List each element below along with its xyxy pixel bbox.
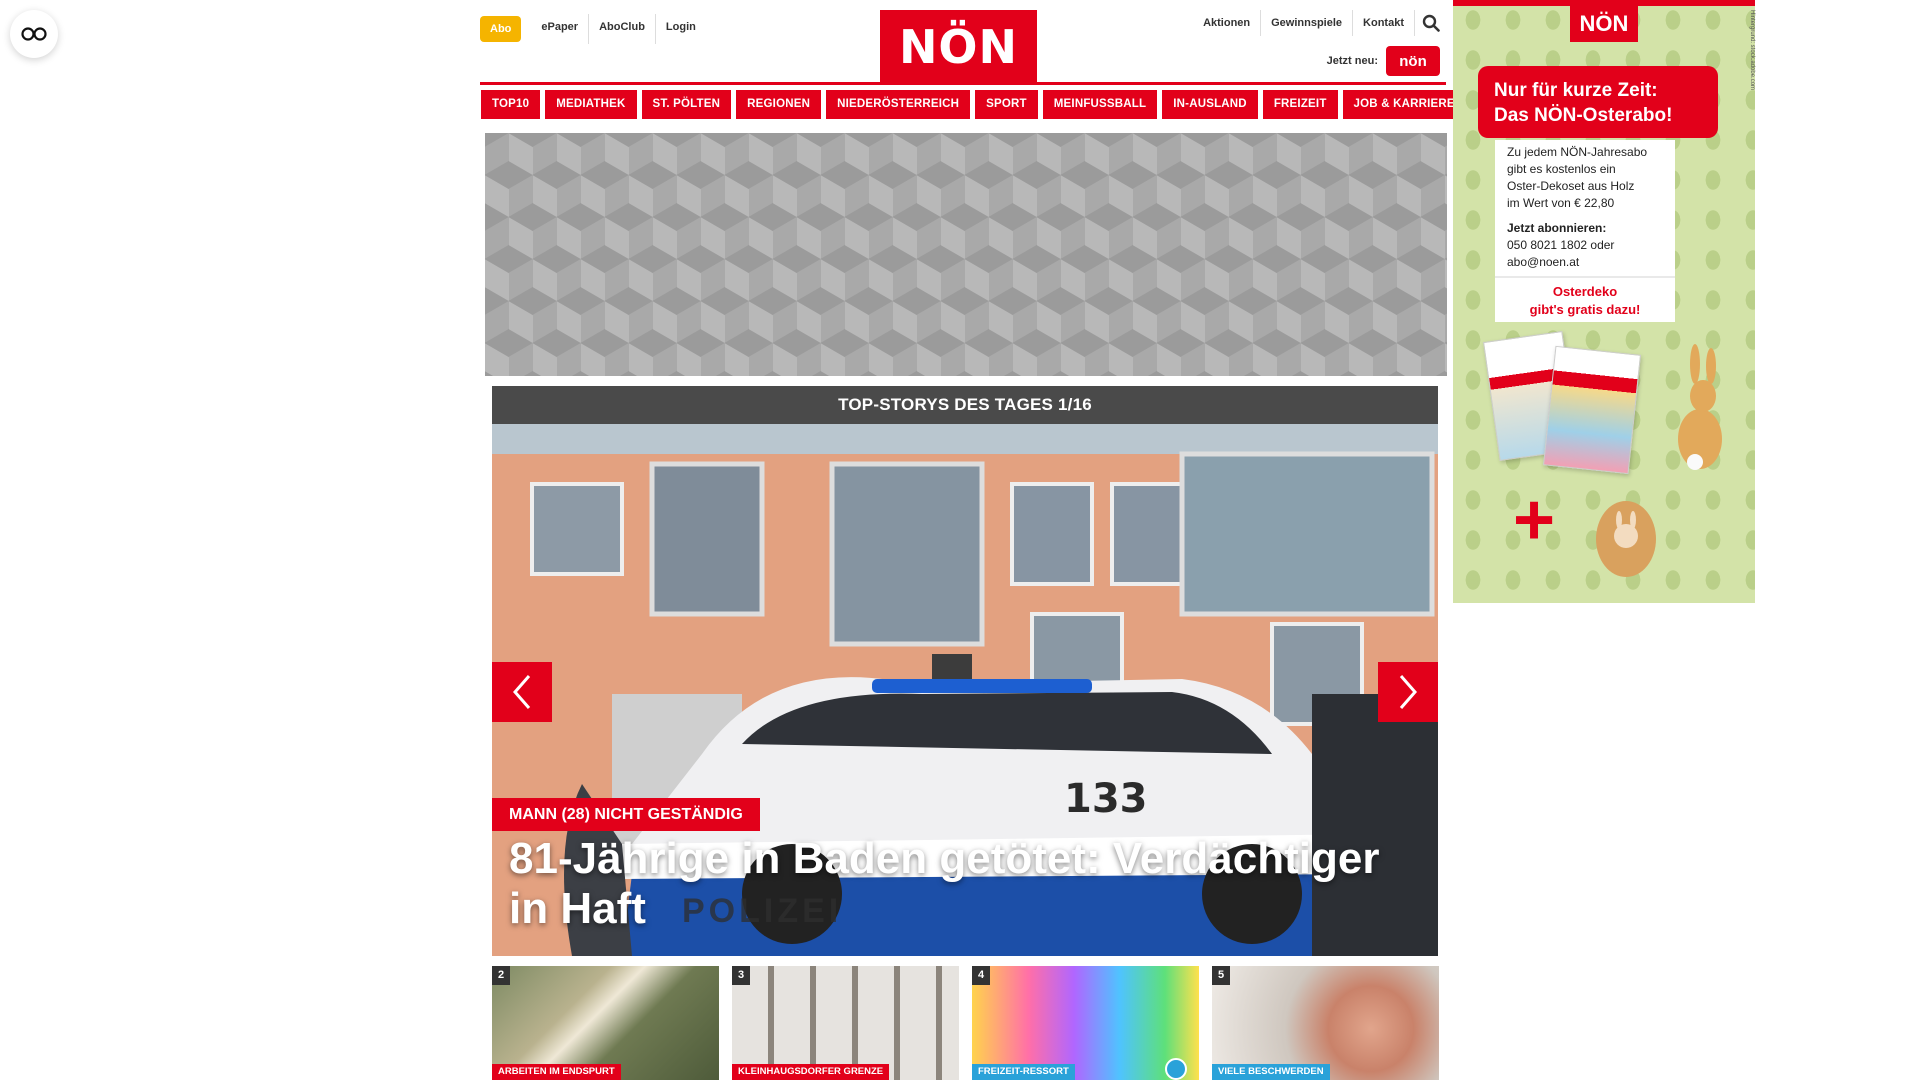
easter-egg-decoration-icon bbox=[1596, 501, 1656, 577]
ad-promo-line-2: Das NÖN-Osterabo! bbox=[1494, 105, 1673, 126]
thumb-category: FREIZEIT-RESSORT bbox=[972, 1064, 1075, 1080]
slider-next-button[interactable] bbox=[1378, 662, 1438, 722]
thumb-category: VIELE BESCHWERDEN bbox=[1212, 1064, 1330, 1080]
ad-subscribe-title: Jetzt abonnieren: bbox=[1507, 221, 1607, 235]
police-car-number: 133 bbox=[1064, 776, 1148, 822]
thumb-number: 5 bbox=[1212, 966, 1230, 985]
aktionen-link[interactable]: Aktionen bbox=[1193, 10, 1260, 36]
ad-deko-note: Osterdeko gibt's gratis dazu! bbox=[1495, 276, 1675, 322]
top-nav-left: Abo ePaper AboClub Login bbox=[480, 14, 706, 44]
thumb-story-5[interactable]: 5 VIELE BESCHWERDEN bbox=[1212, 966, 1439, 1080]
jetzt-neu-promo[interactable]: Jetzt neu: nön bbox=[1327, 46, 1440, 76]
nav-item-freizeit[interactable]: FREIZEIT bbox=[1262, 90, 1338, 119]
ad-deko-line-2: gibt's gratis dazu! bbox=[1529, 302, 1641, 317]
search-icon[interactable] bbox=[1414, 10, 1442, 36]
accessibility-button[interactable] bbox=[10, 10, 58, 58]
site-header: Abo ePaper AboClub Login NÖN Aktionen Ge… bbox=[480, 0, 1442, 84]
ad-offer-card: Zu jedem NÖN-Jahresabo gibt es kostenlos… bbox=[1495, 140, 1675, 322]
slider-prev-button[interactable] bbox=[492, 662, 552, 722]
ad-credit: Hintergrund: stock.adobe.com bbox=[1749, 10, 1755, 91]
nav-item-mediathek[interactable]: MEDIATHEK bbox=[545, 90, 637, 119]
epaper-link[interactable]: ePaper bbox=[531, 14, 588, 44]
kids-noen-logo: nön bbox=[1386, 46, 1440, 76]
nav-item-regionen[interactable]: REGIONEN bbox=[736, 90, 822, 119]
ad-deko-line-1: Osterdeko bbox=[1552, 284, 1618, 299]
main-nav: TOP10 MEDIATHEK ST. PÖLTEN REGIONEN NIED… bbox=[481, 90, 1466, 119]
aboclub-link[interactable]: AboClub bbox=[588, 14, 655, 44]
nav-item-job-karriere[interactable]: JOB & KARRIERE bbox=[1342, 90, 1466, 119]
jetzt-neu-label: Jetzt neu: bbox=[1326, 55, 1378, 67]
gewinnspiele-link[interactable]: Gewinnspiele bbox=[1260, 10, 1352, 36]
ad-magazine-image bbox=[1542, 345, 1642, 475]
story-headline[interactable]: 81-Jährige in Baden getötet: Verdächtige… bbox=[509, 834, 1419, 934]
thumb-number: 3 bbox=[732, 966, 750, 985]
top-stories-slider: TOP-STORYS DES TAGES 1/16 133 POLIZEI MA… bbox=[492, 386, 1438, 956]
ad-promo-line-1: Nur für kurze Zeit: bbox=[1494, 80, 1658, 101]
thumb-story-3[interactable]: 3 KLEINHAUGSDORFER GRENZE bbox=[732, 966, 959, 1080]
ad-body-line: Oster-Dekoset aus Holz bbox=[1507, 179, 1635, 193]
top-story-image[interactable]: 133 POLIZEI MANN (28) NICHT GESTÄNDIG 81… bbox=[492, 424, 1438, 956]
nav-item-st-poelten[interactable]: ST. PÖLTEN bbox=[641, 90, 732, 119]
chevron-left-icon bbox=[513, 675, 531, 709]
nav-item-meinfussball[interactable]: MEINFUSSBALL bbox=[1042, 90, 1158, 119]
top-nav-right: Aktionen Gewinnspiele Kontakt bbox=[1193, 10, 1442, 36]
bunny-decoration-icon bbox=[1678, 344, 1722, 470]
login-link[interactable]: Login bbox=[654, 14, 706, 44]
nav-item-sport[interactable]: SPORT bbox=[975, 90, 1038, 119]
ad-plus-sign: + bbox=[1513, 480, 1556, 560]
story-kicker[interactable]: MANN (28) NICHT GESTÄNDIG bbox=[492, 798, 760, 831]
chevron-right-icon bbox=[1399, 675, 1417, 709]
ad-subscribe-phone: 050 8021 1802 oder bbox=[1507, 238, 1615, 252]
nav-item-top10[interactable]: TOP10 bbox=[481, 90, 541, 119]
ad-logo: NÖN bbox=[1570, 6, 1638, 42]
ad-promo-banner: Nur für kurze Zeit: Das NÖN-Osterabo! bbox=[1478, 66, 1718, 138]
thumb-story-2[interactable]: 2 ARBEITEN IM ENDSPURT bbox=[492, 966, 719, 1080]
glasses-icon bbox=[21, 27, 47, 41]
nav-item-in-ausland[interactable]: IN-AUSLAND bbox=[1162, 90, 1258, 119]
header-divider bbox=[480, 82, 1446, 85]
kontakt-link[interactable]: Kontakt bbox=[1352, 10, 1414, 36]
ad-banner-placeholder[interactable] bbox=[485, 133, 1447, 376]
nav-item-niederoesterreich[interactable]: NIEDERÖSTERREICH bbox=[826, 90, 971, 119]
sidebar-ad-osterabo[interactable]: NÖN Hintergrund: stock.adobe.com Nur für… bbox=[1453, 0, 1755, 603]
story-thumbnails: 2 ARBEITEN IM ENDSPURT 3 KLEINHAUGSDORFE… bbox=[492, 966, 1439, 1080]
site-logo[interactable]: NÖN bbox=[880, 10, 1037, 84]
abo-button[interactable]: Abo bbox=[480, 16, 522, 42]
camera-icon bbox=[1165, 1058, 1187, 1080]
thumb-category: KLEINHAUGSDORFER GRENZE bbox=[732, 1064, 890, 1080]
ad-body-line: im Wert von € 22,80 bbox=[1507, 196, 1615, 210]
thumb-number: 2 bbox=[492, 966, 510, 985]
top-stories-title: TOP-STORYS DES TAGES 1/16 bbox=[492, 386, 1438, 424]
site-logo-text: NÖN bbox=[898, 20, 1019, 74]
ad-body-line: gibt es kostenlos ein bbox=[1507, 162, 1616, 176]
ad-subscribe-email: abo@noen.at bbox=[1507, 255, 1580, 269]
ad-body-line: Zu jedem NÖN-Jahresabo bbox=[1507, 145, 1648, 159]
thumb-story-4[interactable]: 4 FREIZEIT-RESSORT bbox=[972, 966, 1199, 1080]
thumb-category: ARBEITEN IM ENDSPURT bbox=[492, 1064, 621, 1080]
thumb-number: 4 bbox=[972, 966, 990, 985]
